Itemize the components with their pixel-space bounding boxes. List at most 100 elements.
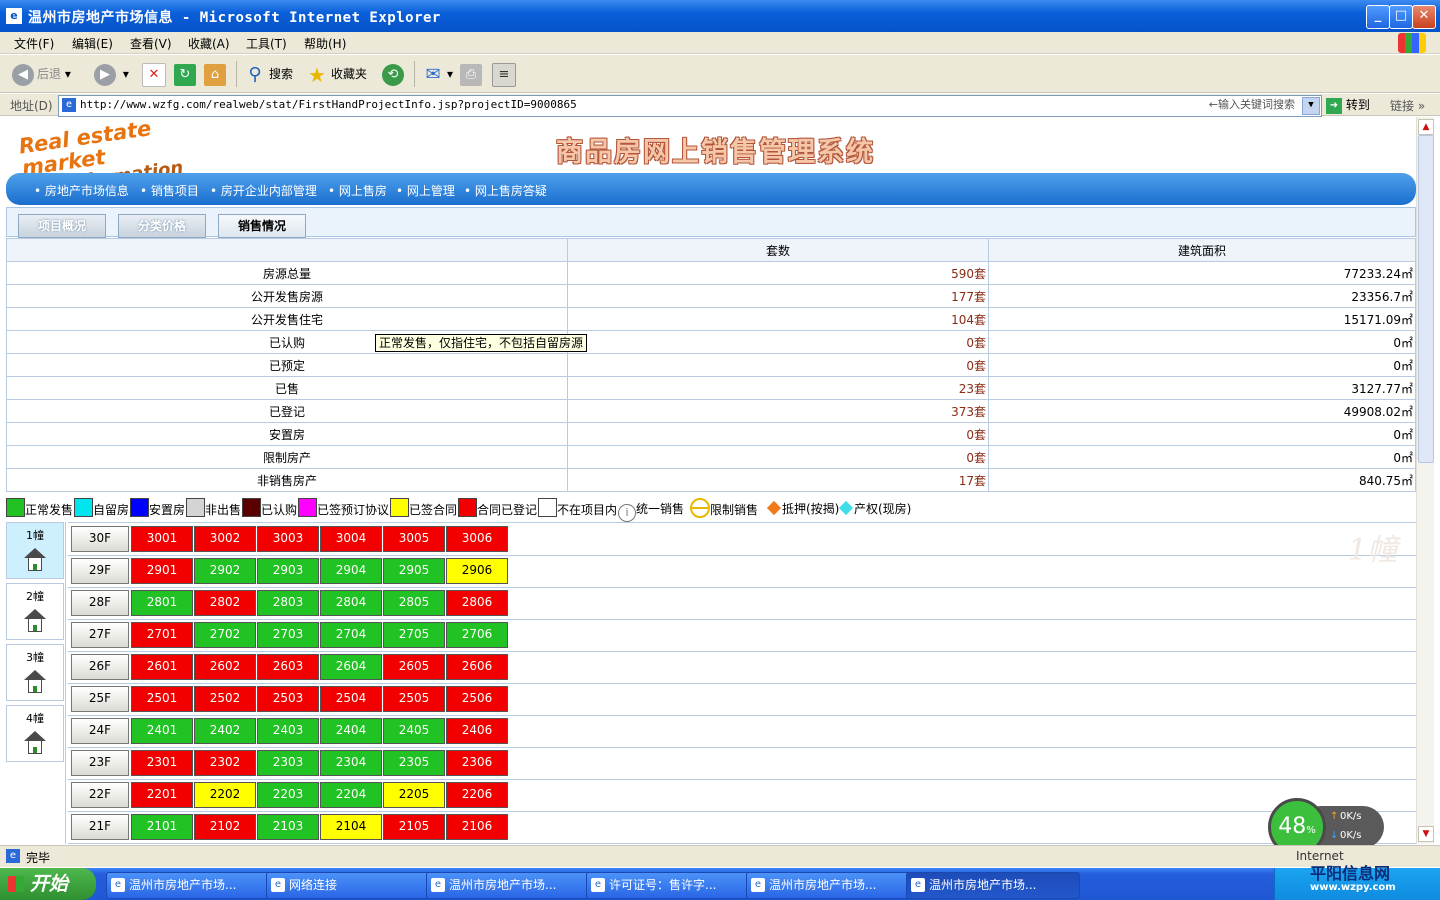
unit-cell[interactable]: 2703 <box>257 622 319 648</box>
unit-cell[interactable]: 2203 <box>257 782 319 808</box>
unit-cell[interactable]: 2202 <box>194 782 256 808</box>
floor-button[interactable]: 21F <box>71 814 129 840</box>
tab-sales-status[interactable]: 销售情况 <box>218 214 306 238</box>
unit-cell[interactable]: 3003 <box>257 526 319 552</box>
unit-cell[interactable]: 2204 <box>320 782 382 808</box>
unit-cell[interactable]: 2201 <box>131 782 193 808</box>
minimize-button[interactable]: _ <box>1366 5 1390 29</box>
unit-cell[interactable]: 2104 <box>320 814 382 840</box>
floor-button[interactable]: 28F <box>71 590 129 616</box>
taskbar-item[interactable]: e 网络连接 <box>266 872 440 899</box>
floor-button[interactable]: 26F <box>71 654 129 680</box>
unit-cell[interactable]: 2404 <box>320 718 382 744</box>
unit-cell[interactable]: 2406 <box>446 718 508 744</box>
menu-tools[interactable]: 工具(T) <box>246 35 287 52</box>
start-button[interactable]: 开始 <box>0 868 96 900</box>
floor-button[interactable]: 27F <box>71 622 129 648</box>
stop-button[interactable]: ✕ <box>142 61 169 87</box>
unit-cell[interactable]: 2401 <box>131 718 193 744</box>
favorites-button[interactable]: ★ 收藏夹 <box>306 61 367 87</box>
nav-sales-projects[interactable]: • 销售项目 <box>140 182 199 199</box>
unit-cell[interactable]: 2901 <box>131 558 193 584</box>
mail-button[interactable]: ✉ ▾ <box>422 61 453 87</box>
nav-market-info[interactable]: • 房地产市场信息 <box>34 182 129 199</box>
unit-cell[interactable]: 2306 <box>446 750 508 776</box>
back-button[interactable]: ◀ 后退 ▾ <box>12 61 71 87</box>
unit-cell[interactable]: 2505 <box>383 686 445 712</box>
address-input[interactable]: e http://www.wzfg.com/realweb/stat/FirstH… <box>58 95 1322 117</box>
unit-cell[interactable]: 2806 <box>446 590 508 616</box>
floor-button[interactable]: 25F <box>71 686 129 712</box>
unit-cell[interactable]: 2704 <box>320 622 382 648</box>
unit-cell[interactable]: 2803 <box>257 590 319 616</box>
scroll-up-button[interactable]: ▲ <box>1418 119 1434 135</box>
unit-cell[interactable]: 2605 <box>383 654 445 680</box>
taskbar-item[interactable]: e 温州市房地产市场... <box>906 872 1080 899</box>
building-tab[interactable]: 3幢 <box>6 644 64 701</box>
unit-cell[interactable]: 2504 <box>320 686 382 712</box>
unit-cell[interactable]: 2305 <box>383 750 445 776</box>
menu-edit[interactable]: 编辑(E) <box>72 35 113 52</box>
floor-button[interactable]: 22F <box>71 782 129 808</box>
unit-cell[interactable]: 2602 <box>194 654 256 680</box>
floor-button[interactable]: 30F <box>71 526 129 552</box>
unit-cell[interactable]: 2501 <box>131 686 193 712</box>
go-button[interactable]: ➜ 转到 <box>1326 96 1384 114</box>
print-button[interactable]: ⎙ <box>460 61 485 87</box>
unit-cell[interactable]: 2403 <box>257 718 319 744</box>
unit-cell[interactable]: 2206 <box>446 782 508 808</box>
unit-cell[interactable]: 2801 <box>131 590 193 616</box>
edit-button[interactable]: ≡ <box>492 61 519 87</box>
floor-button[interactable]: 29F <box>71 558 129 584</box>
maximize-button[interactable]: □ <box>1389 5 1413 29</box>
unit-cell[interactable]: 3002 <box>194 526 256 552</box>
unit-cell[interactable]: 2101 <box>131 814 193 840</box>
unit-cell[interactable]: 2205 <box>383 782 445 808</box>
unit-cell[interactable]: 2301 <box>131 750 193 776</box>
taskbar-item[interactable]: e 温州市房地产市场... <box>746 872 920 899</box>
forward-button[interactable]: ▶ ▾ <box>94 61 129 87</box>
unit-cell[interactable]: 2705 <box>383 622 445 648</box>
refresh-button[interactable]: ↻ <box>174 61 199 87</box>
vertical-scrollbar[interactable]: ▲ ▼ <box>1416 117 1434 844</box>
unit-cell[interactable]: 2601 <box>131 654 193 680</box>
unit-cell[interactable]: 2606 <box>446 654 508 680</box>
tab-project-overview[interactable]: 项目概况 <box>18 214 106 238</box>
unit-cell[interactable]: 2503 <box>257 686 319 712</box>
unit-cell[interactable]: 2603 <box>257 654 319 680</box>
unit-cell[interactable]: 2106 <box>446 814 508 840</box>
home-button[interactable]: ⌂ <box>204 61 229 87</box>
unit-cell[interactable]: 2701 <box>131 622 193 648</box>
menu-favorites[interactable]: 收藏(A) <box>188 35 230 52</box>
unit-cell[interactable]: 2304 <box>320 750 382 776</box>
unit-cell[interactable]: 2702 <box>194 622 256 648</box>
nav-sales-faq[interactable]: • 网上售房答疑 <box>464 182 547 199</box>
unit-cell[interactable]: 2804 <box>320 590 382 616</box>
floor-button[interactable]: 24F <box>71 718 129 744</box>
unit-cell[interactable]: 2805 <box>383 590 445 616</box>
menu-view[interactable]: 查看(V) <box>130 35 172 52</box>
taskbar-item[interactable]: e 温州市房地产市场... <box>106 872 280 899</box>
address-dropdown-button[interactable]: ▼ <box>1302 97 1320 115</box>
unit-cell[interactable]: 2105 <box>383 814 445 840</box>
unit-cell[interactable]: 2302 <box>194 750 256 776</box>
scroll-down-button[interactable]: ▼ <box>1418 826 1434 842</box>
unit-cell[interactable]: 2802 <box>194 590 256 616</box>
floor-button[interactable]: 23F <box>71 750 129 776</box>
unit-cell[interactable]: 3005 <box>383 526 445 552</box>
scroll-thumb[interactable] <box>1418 135 1434 463</box>
close-button[interactable]: ✕ <box>1412 5 1436 29</box>
taskbar-item[interactable]: e 许可证号：售许字... <box>586 872 760 899</box>
unit-cell[interactable]: 2902 <box>194 558 256 584</box>
links-button[interactable]: 链接 » <box>1390 97 1425 114</box>
unit-cell[interactable]: 2303 <box>257 750 319 776</box>
unit-cell[interactable]: 2904 <box>320 558 382 584</box>
building-tab[interactable]: 1幢 <box>6 522 64 579</box>
unit-cell[interactable]: 3004 <box>320 526 382 552</box>
keyword-search-hint[interactable]: ←输入关键词搜索 <box>1209 96 1295 114</box>
unit-cell[interactable]: 2102 <box>194 814 256 840</box>
search-button[interactable]: ⚲ 搜索 <box>244 61 293 87</box>
unit-cell[interactable]: 2706 <box>446 622 508 648</box>
history-button[interactable]: ⟲ <box>382 61 407 87</box>
building-tab[interactable]: 2幢 <box>6 583 64 640</box>
